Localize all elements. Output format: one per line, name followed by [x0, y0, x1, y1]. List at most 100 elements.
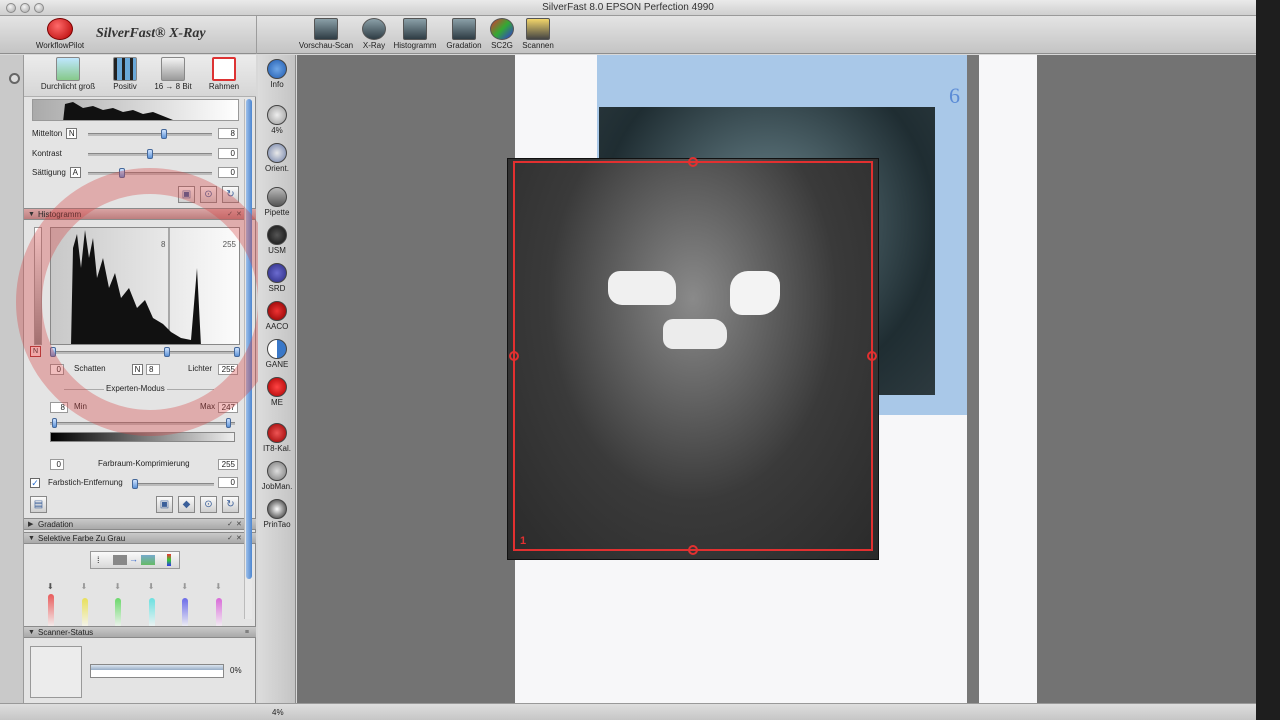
scan-button[interactable]: Scannen	[518, 18, 558, 50]
min-max-slider[interactable]	[50, 418, 235, 428]
info-tool[interactable]: Info	[258, 59, 296, 89]
channel-arrow-icon[interactable]: ⬇	[215, 582, 222, 591]
preview-scan-button[interactable]: Vorschau-Scan	[298, 18, 354, 50]
histogram-range-slider[interactable]	[50, 347, 240, 357]
color-channel-bar[interactable]	[182, 598, 189, 628]
expand-triangle-icon[interactable]: ▶	[28, 519, 33, 530]
mid-value[interactable]: 8	[146, 364, 160, 375]
color-channel-bar[interactable]	[48, 594, 54, 628]
mid-knob[interactable]	[164, 347, 170, 357]
pipette-tool[interactable]: Pipette	[258, 187, 296, 217]
farbstich-value[interactable]: 0	[218, 477, 238, 488]
workflowpilot-button[interactable]: WorkflowPilot	[32, 18, 88, 50]
gradation-button[interactable]: Gradation	[444, 18, 484, 50]
jobman-tool[interactable]: JobMan.	[258, 461, 296, 491]
farbstich-knob[interactable]	[132, 479, 138, 489]
histogram-copy-button[interactable]: ▣	[156, 496, 173, 513]
channel-arrow-icon[interactable]: ⬇	[181, 582, 188, 591]
film-positive-button[interactable]: Positiv	[110, 57, 140, 91]
lichter-value[interactable]: 255	[218, 364, 238, 375]
selektive-section-header[interactable]: ▼ Selektive Farbe Zu Grau ✓✕≡	[24, 532, 256, 544]
bit-depth-button[interactable]: 16 → 8 Bit	[150, 57, 196, 91]
panel-scrollbar[interactable]	[244, 99, 252, 619]
adjust-reset-button[interactable]: ↻	[222, 186, 239, 203]
farbstich-checkbox[interactable]: ✓	[30, 478, 40, 488]
schatten-knob[interactable]	[50, 347, 56, 357]
color-channel-bar[interactable]	[81, 598, 88, 628]
adjust-zoom-button[interactable]: ⊙	[200, 186, 217, 203]
scan-frame[interactable]: 1	[509, 157, 877, 555]
gear-icon[interactable]	[9, 73, 20, 84]
histogram-zoom-button[interactable]: ⊙	[200, 496, 217, 513]
lichter-knob[interactable]	[234, 347, 240, 357]
kontrast-value[interactable]: 0	[218, 148, 238, 159]
schatten-value[interactable]: 0	[50, 364, 64, 375]
close-window-button[interactable]	[6, 3, 16, 13]
frame-handle-right[interactable]	[867, 351, 877, 361]
saettigung-value[interactable]: 0	[218, 167, 238, 178]
zoom-icon	[267, 105, 287, 125]
histogram-button[interactable]: Histogramm	[392, 18, 438, 50]
frame-handle-left[interactable]	[509, 351, 519, 361]
histogram-channel-button[interactable]: N	[30, 346, 41, 357]
max-label: Max	[200, 402, 216, 411]
min-knob[interactable]	[52, 418, 57, 428]
histogram-mode[interactable]: N	[132, 364, 143, 375]
me-tool[interactable]: ME	[258, 377, 296, 407]
collapse-triangle-icon[interactable]: ▼	[28, 209, 35, 220]
collapse-triangle-icon[interactable]: ▼	[28, 533, 35, 544]
saettigung-knob[interactable]	[118, 168, 125, 178]
mittelton-mode[interactable]: N	[66, 128, 78, 139]
histogram-graph[interactable]: 0 8 255	[50, 227, 240, 345]
channel-arrow-icon[interactable]: ⬇	[148, 582, 155, 591]
printao-tool[interactable]: PrinTao	[258, 499, 296, 529]
orient-tool[interactable]: Orient.	[258, 143, 296, 173]
preview-canvas[interactable]: 6 1	[297, 55, 1256, 703]
experten-modus-toggle[interactable]: Experten-Modus	[104, 382, 167, 396]
farbraum-min-value[interactable]: 0	[50, 459, 64, 470]
transparency-button[interactable]: Durchlicht groß	[38, 57, 98, 91]
max-value[interactable]: 247	[218, 402, 238, 413]
color-channel-bar[interactable]	[115, 598, 122, 628]
mittelton-value[interactable]: 8	[218, 128, 238, 139]
4-tool[interactable]: 4%	[258, 105, 296, 135]
aaco-tool[interactable]: AACO	[258, 301, 296, 331]
kontrast-knob[interactable]	[147, 149, 153, 159]
histogram-reset-button[interactable]: ↻	[222, 496, 239, 513]
adjust-copy-button[interactable]: ▣	[178, 186, 195, 203]
frame-handle-top[interactable]	[688, 157, 698, 167]
color-channel-bar[interactable]	[148, 598, 155, 628]
min-value[interactable]: 8	[50, 402, 68, 413]
saettigung-slider[interactable]	[88, 168, 212, 178]
channel-arrow-icon[interactable]: ⬇	[81, 582, 88, 591]
farbraum-max-value[interactable]: 255	[218, 459, 238, 470]
collapse-triangle-icon[interactable]: ▼	[28, 627, 35, 638]
farbstich-slider[interactable]	[132, 479, 214, 489]
gane-tool[interactable]: GANE	[258, 339, 296, 369]
histogram-auto-button[interactable]: ◆	[178, 496, 195, 513]
xray-button[interactable]: X-Ray	[358, 18, 390, 50]
mittelton-knob[interactable]	[161, 129, 168, 139]
scanner-status-header[interactable]: ▼ Scanner-Status ≡	[24, 626, 256, 638]
channel-arrow-icon[interactable]: ⬇	[114, 582, 121, 591]
sc2g-button[interactable]: SC2G	[488, 18, 516, 50]
gradation-section-header[interactable]: ▶ Gradation ✓✕≡	[24, 518, 256, 530]
histogram-section-header[interactable]: ▼ Histogramm ✓✕≡	[24, 208, 256, 220]
saettigung-mode[interactable]: A	[69, 167, 81, 178]
channel-arrow-icon[interactable]: ⬇	[47, 582, 54, 591]
srd-tool[interactable]: SRD	[258, 263, 296, 293]
histogram-save-button[interactable]: ▤	[30, 496, 47, 513]
color-channel-bar[interactable]	[216, 598, 222, 628]
scanner-status-controls[interactable]: ≡	[245, 627, 252, 638]
frame-handle-bottom[interactable]	[688, 545, 698, 555]
color-to-gray-toolbar[interactable]: ⁞ →	[90, 551, 180, 569]
kontrast-slider[interactable]	[88, 149, 212, 159]
it8-kal-tool[interactable]: IT8-Kal.	[258, 423, 296, 453]
panel-scroll-thumb[interactable]	[246, 99, 252, 579]
frame-tool-button[interactable]: Rahmen	[206, 57, 242, 91]
zoom-window-button[interactable]	[34, 3, 44, 13]
usm-tool[interactable]: USM	[258, 225, 296, 255]
mittelton-slider[interactable]	[88, 129, 212, 139]
max-knob[interactable]	[226, 418, 231, 428]
minimize-window-button[interactable]	[20, 3, 30, 13]
